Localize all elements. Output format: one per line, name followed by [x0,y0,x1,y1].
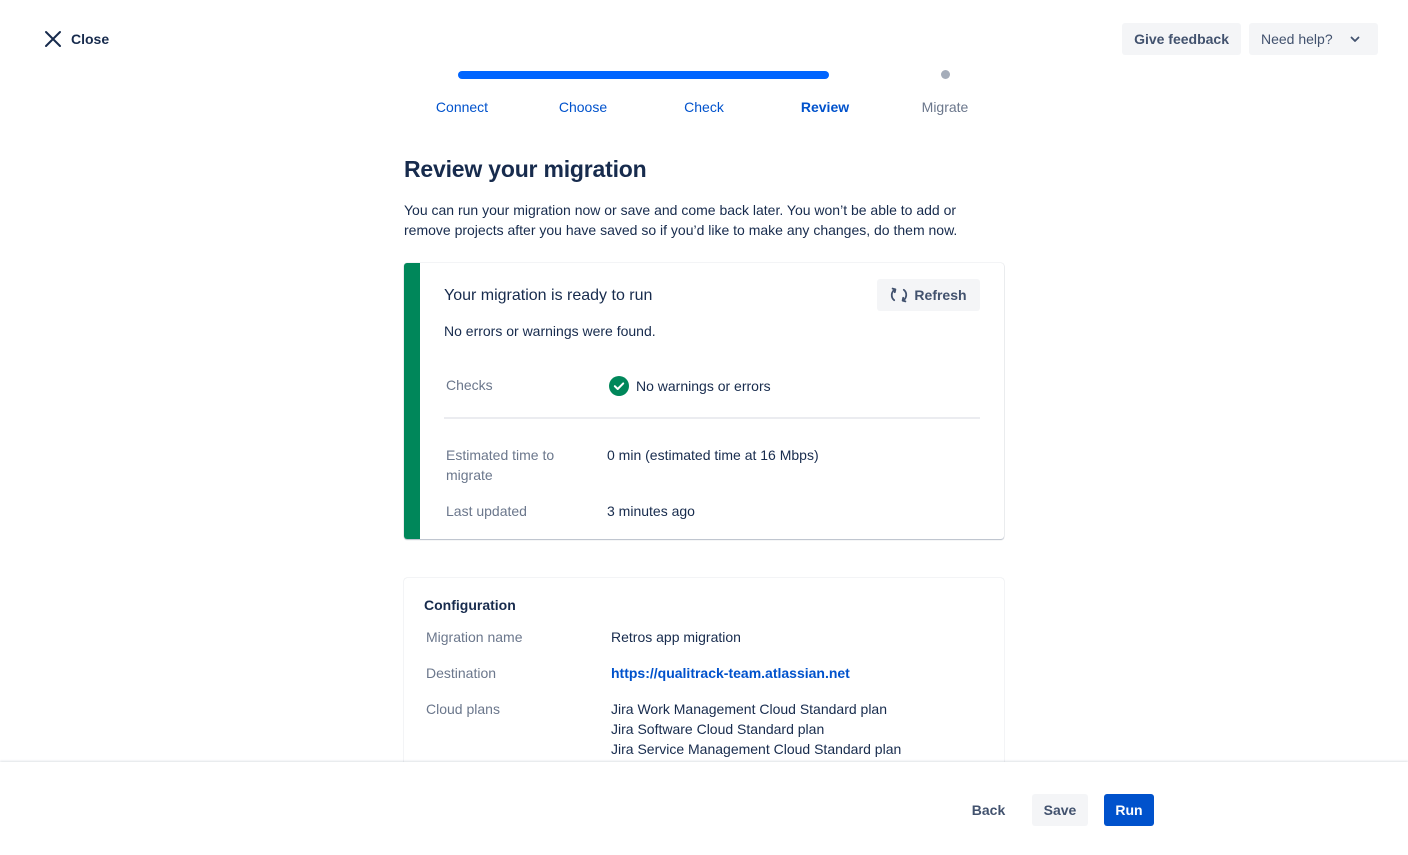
step-review: Review [800,99,850,115]
close-label: Close [71,31,110,47]
progress-bar [458,71,829,79]
cloud-plans-label: Cloud plans [426,701,500,717]
last-updated-label: Last updated [446,503,527,519]
status-subtitle: No errors or warnings were found. [444,323,656,339]
last-updated-value: 3 minutes ago [607,503,695,519]
run-button[interactable]: Run [1104,794,1154,826]
status-divider [444,417,980,419]
step-connect[interactable]: Connect [402,99,522,115]
step-check[interactable]: Check [644,99,764,115]
migration-name-value: Retros app migration [611,629,741,645]
save-button[interactable]: Save [1032,794,1088,826]
page-description: You can run your migration now or save a… [404,202,958,238]
need-help-button[interactable]: Need help? [1249,23,1378,55]
cloud-plan-item: Jira Software Cloud Standard plan [611,721,825,737]
refresh-label: Refresh [914,287,967,303]
destination-link[interactable]: https://qualitrack-team.atlassian.net [611,663,850,683]
cloud-plan-item: Jira Work Management Cloud Standard plan [611,701,888,717]
need-help-label: Need help? [1261,31,1333,47]
refresh-button[interactable]: Refresh [877,279,980,311]
estimated-time-value: 0 min (estimated time at 16 Mbps) [607,447,819,463]
status-title: Your migration is ready to run [444,287,653,304]
check-circle-icon [609,376,629,396]
destination-label: Destination [426,665,497,681]
step-choose[interactable]: Choose [523,99,643,115]
header-actions: Give feedback Need help? [1122,23,1378,55]
estimated-time-label: Estimated time to migrate [446,447,555,483]
migration-name-label: Migration name [426,629,523,645]
give-feedback-label: Give feedback [1134,31,1229,47]
status-accent-bar [404,263,420,539]
migration-status-card: Your migration is ready to run Refresh N… [404,263,1004,539]
give-feedback-button[interactable]: Give feedback [1122,23,1241,55]
close-button[interactable]: Close [44,28,109,50]
close-icon [45,31,61,47]
cloud-plan-item: Jira Service Management Cloud Standard p… [611,741,902,757]
checks-value: No warnings or errors [609,376,771,396]
progress-pending-dot [941,70,950,79]
configuration-title: Configuration [424,597,516,613]
refresh-icon [891,287,908,303]
back-button[interactable]: Back [961,794,1016,826]
step-migrate: Migrate [921,99,969,115]
page-title: Review your migration [404,156,647,182]
checks-value-text: No warnings or errors [636,378,771,394]
checks-label: Checks [446,377,493,393]
chevron-down-icon [1350,36,1360,42]
footer-bar: Back Save Run [0,762,1408,855]
